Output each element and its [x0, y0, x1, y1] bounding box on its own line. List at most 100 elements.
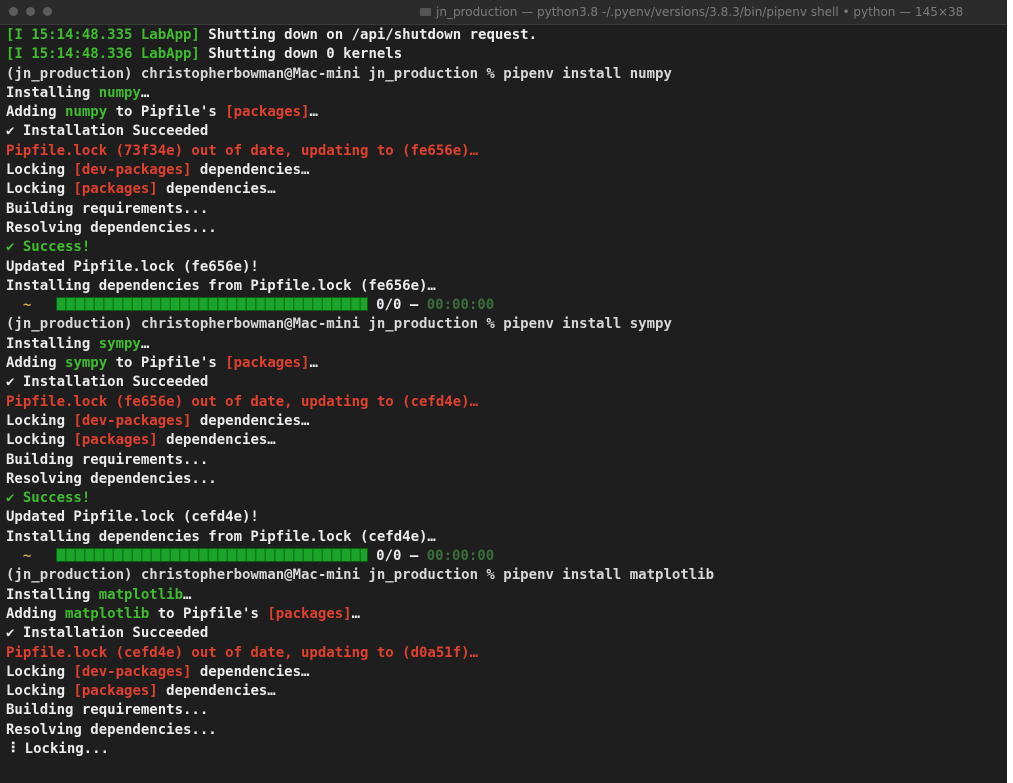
- terminal-line: Pipfile.lock (cefd4e) out of date, updat…: [6, 644, 1006, 663]
- progress-bar: [55, 548, 368, 563]
- terminal-text-segment: Pipfile.lock (cefd4e) out of date, updat…: [6, 644, 479, 661]
- terminal-text-segment: Locking: [6, 432, 74, 449]
- minimize-window-button[interactable]: [26, 7, 35, 16]
- terminal-line: Locking [dev-packages] dependencies…: [6, 663, 1006, 682]
- terminal-line: Locking [packages] dependencies…: [6, 682, 1006, 701]
- terminal-text-segment: ✔ Success!: [6, 239, 91, 256]
- terminal-line: ✔ Installation Succeeded: [6, 624, 1006, 643]
- terminal-line: Locking [dev-packages] dependencies…: [6, 161, 1006, 180]
- terminal-text-segment: sympy: [98, 335, 141, 352]
- progress-bar: [55, 297, 368, 312]
- terminal-text-segment: [packages]: [73, 683, 158, 700]
- terminal-line: Building requirements...: [6, 200, 1006, 219]
- terminal-text-segment: [packages]: [225, 355, 310, 372]
- terminal-line: Adding numpy to Pipfile's [packages]…: [6, 103, 1006, 122]
- terminal-line: Installing dependencies from Pipfile.loc…: [6, 277, 1006, 296]
- terminal-line: [I 15:14:48.336 LabApp] Shutting down 0 …: [6, 45, 1006, 64]
- terminal-text-segment: Installing: [6, 335, 99, 352]
- terminal-text-segment: ✔ Success!: [6, 490, 91, 507]
- terminal-text-segment: numpy: [98, 84, 141, 101]
- terminal-line: ⠸ Locking...: [6, 740, 1006, 759]
- terminal-line: ✔ Installation Succeeded: [6, 122, 1006, 141]
- terminal-text-segment: matplotlib: [98, 586, 184, 603]
- terminal-text-segment: …: [309, 104, 318, 121]
- terminal-line: ✔ Success!: [6, 238, 1006, 257]
- window-title: jn_production — python3.8 -/.pyenv/versi…: [436, 5, 964, 19]
- terminal-line: Resolving dependencies...: [6, 219, 1006, 238]
- terminal-text-segment: dependencies…: [191, 663, 310, 680]
- terminal-line: ✔ Installation Succeeded: [6, 373, 1006, 392]
- terminal-text-segment: matplotlib: [65, 605, 150, 622]
- terminal-text-segment: Building requirements...: [6, 200, 209, 217]
- terminal-text-segment: (jn_production) christopherbowman@Mac-mi…: [6, 316, 672, 333]
- terminal-text-segment: Pipfile.lock (73f34e) out of date, updat…: [6, 142, 479, 159]
- terminal-text-segment: to Pipfile's: [149, 605, 268, 622]
- terminal-text-segment: Installing: [6, 586, 99, 603]
- terminal-line: Installing matplotlib…: [6, 586, 1006, 605]
- terminal-text-segment: Building requirements...: [6, 702, 209, 719]
- terminal-line: Installing numpy…: [6, 84, 1006, 103]
- terminal-text-segment: [I 15:14:48.336 LabApp]: [6, 46, 200, 63]
- terminal-text-segment: Building requirements...: [6, 451, 209, 468]
- progress-line: ~ 0/0 — 00:00:00: [6, 547, 1006, 566]
- terminal-text-segment: …: [183, 586, 192, 603]
- terminal-text-segment: Installing: [6, 84, 99, 101]
- terminal-line: Adding sympy to Pipfile's [packages]…: [6, 354, 1006, 373]
- title-bar[interactable]: jn_production — python3.8 -/.pyenv/versi…: [0, 0, 1007, 25]
- terminal-text-segment: to Pipfile's: [107, 104, 226, 121]
- terminal-window: jn_production — python3.8 -/.pyenv/versi…: [0, 0, 1013, 783]
- terminal-line: Installing sympy…: [6, 335, 1006, 354]
- terminal-text-segment: Installing dependencies from Pipfile.loc…: [6, 528, 436, 545]
- terminal-text-segment: Resolving dependencies...: [6, 470, 217, 487]
- snake-icon: ~: [22, 548, 32, 565]
- terminal-text-segment: dependencies…: [157, 432, 276, 449]
- terminal-text-segment: ✔ Installation Succeeded: [6, 625, 209, 642]
- progress-elapsed-time: 00:00:00: [426, 297, 495, 314]
- progress-count: 0/0: [367, 548, 402, 565]
- terminal-text-segment: Resolving dependencies...: [6, 721, 217, 738]
- terminal-text-segment: numpy: [65, 104, 108, 121]
- terminal-text-segment: Locking: [6, 683, 74, 700]
- terminal-text-segment: [dev-packages]: [73, 663, 192, 680]
- terminal-text-segment: [packages]: [73, 181, 158, 198]
- terminal-text-segment: Shutting down on /api/shutdown request.: [199, 27, 538, 43]
- terminal-text-segment: Updated Pipfile.lock (cefd4e)!: [6, 509, 259, 526]
- snake-icon: ~: [22, 297, 32, 314]
- terminal-line: Updated Pipfile.lock (fe656e)!: [6, 258, 1006, 277]
- terminal-text-segment: ✔ Installation Succeeded: [6, 123, 209, 140]
- terminal-line: Pipfile.lock (fe656e) out of date, updat…: [6, 393, 1006, 412]
- terminal-line: (jn_production) christopherbowman@Mac-mi…: [6, 566, 1006, 585]
- progress-elapsed-time: 00:00:00: [426, 548, 495, 565]
- terminal-text-segment: Locking: [6, 412, 74, 429]
- terminal-text-segment: [packages]: [267, 605, 352, 622]
- terminal-text-segment: …: [140, 84, 150, 101]
- terminal-text-segment: [packages]: [73, 432, 158, 449]
- terminal-text-segment: ⠸ Locking...: [6, 740, 109, 757]
- terminal-text-segment: [packages]: [225, 104, 310, 121]
- terminal-text-segment: ✔ Installation Succeeded: [6, 374, 209, 391]
- terminal-line: Resolving dependencies...: [6, 721, 1006, 740]
- terminal-text-segment: [I 15:14:48.335 LabApp]: [6, 27, 200, 43]
- terminal-line: Installing dependencies from Pipfile.loc…: [6, 528, 1006, 547]
- terminal-text-segment: Locking: [6, 663, 74, 680]
- progress-count: 0/0: [367, 297, 402, 314]
- terminal-text-segment: dependencies…: [157, 683, 276, 700]
- terminal-line: [I 15:14:48.335 LabApp] Shutting down on…: [6, 26, 1006, 45]
- terminal-text-segment: Pipfile.lock (fe656e) out of date, updat…: [6, 393, 479, 410]
- terminal-line: (jn_production) christopherbowman@Mac-mi…: [6, 315, 1006, 334]
- close-window-button[interactable]: [9, 7, 18, 16]
- terminal-text-segment: Resolving dependencies...: [6, 219, 217, 236]
- terminal-line: Locking [dev-packages] dependencies…: [6, 412, 1006, 431]
- zoom-window-button[interactable]: [43, 7, 52, 16]
- terminal-output[interactable]: [I 15:14:48.335 LabApp] Shutting down on…: [6, 26, 1006, 783]
- terminal-line: ✔ Success!: [6, 489, 1006, 508]
- terminal-line: Updated Pipfile.lock (cefd4e)!: [6, 508, 1006, 527]
- terminal-line: Locking [packages] dependencies…: [6, 431, 1006, 450]
- terminal-text-segment: Adding: [6, 104, 66, 121]
- terminal-text-segment: Installing dependencies from Pipfile.loc…: [6, 277, 436, 294]
- terminal-line: Building requirements...: [6, 701, 1006, 720]
- progress-separator: —: [401, 548, 427, 565]
- terminal-text-segment: dependencies…: [191, 412, 310, 429]
- terminal-text-segment: dependencies…: [191, 162, 310, 179]
- terminal-line: (jn_production) christopherbowman@Mac-mi…: [6, 65, 1006, 84]
